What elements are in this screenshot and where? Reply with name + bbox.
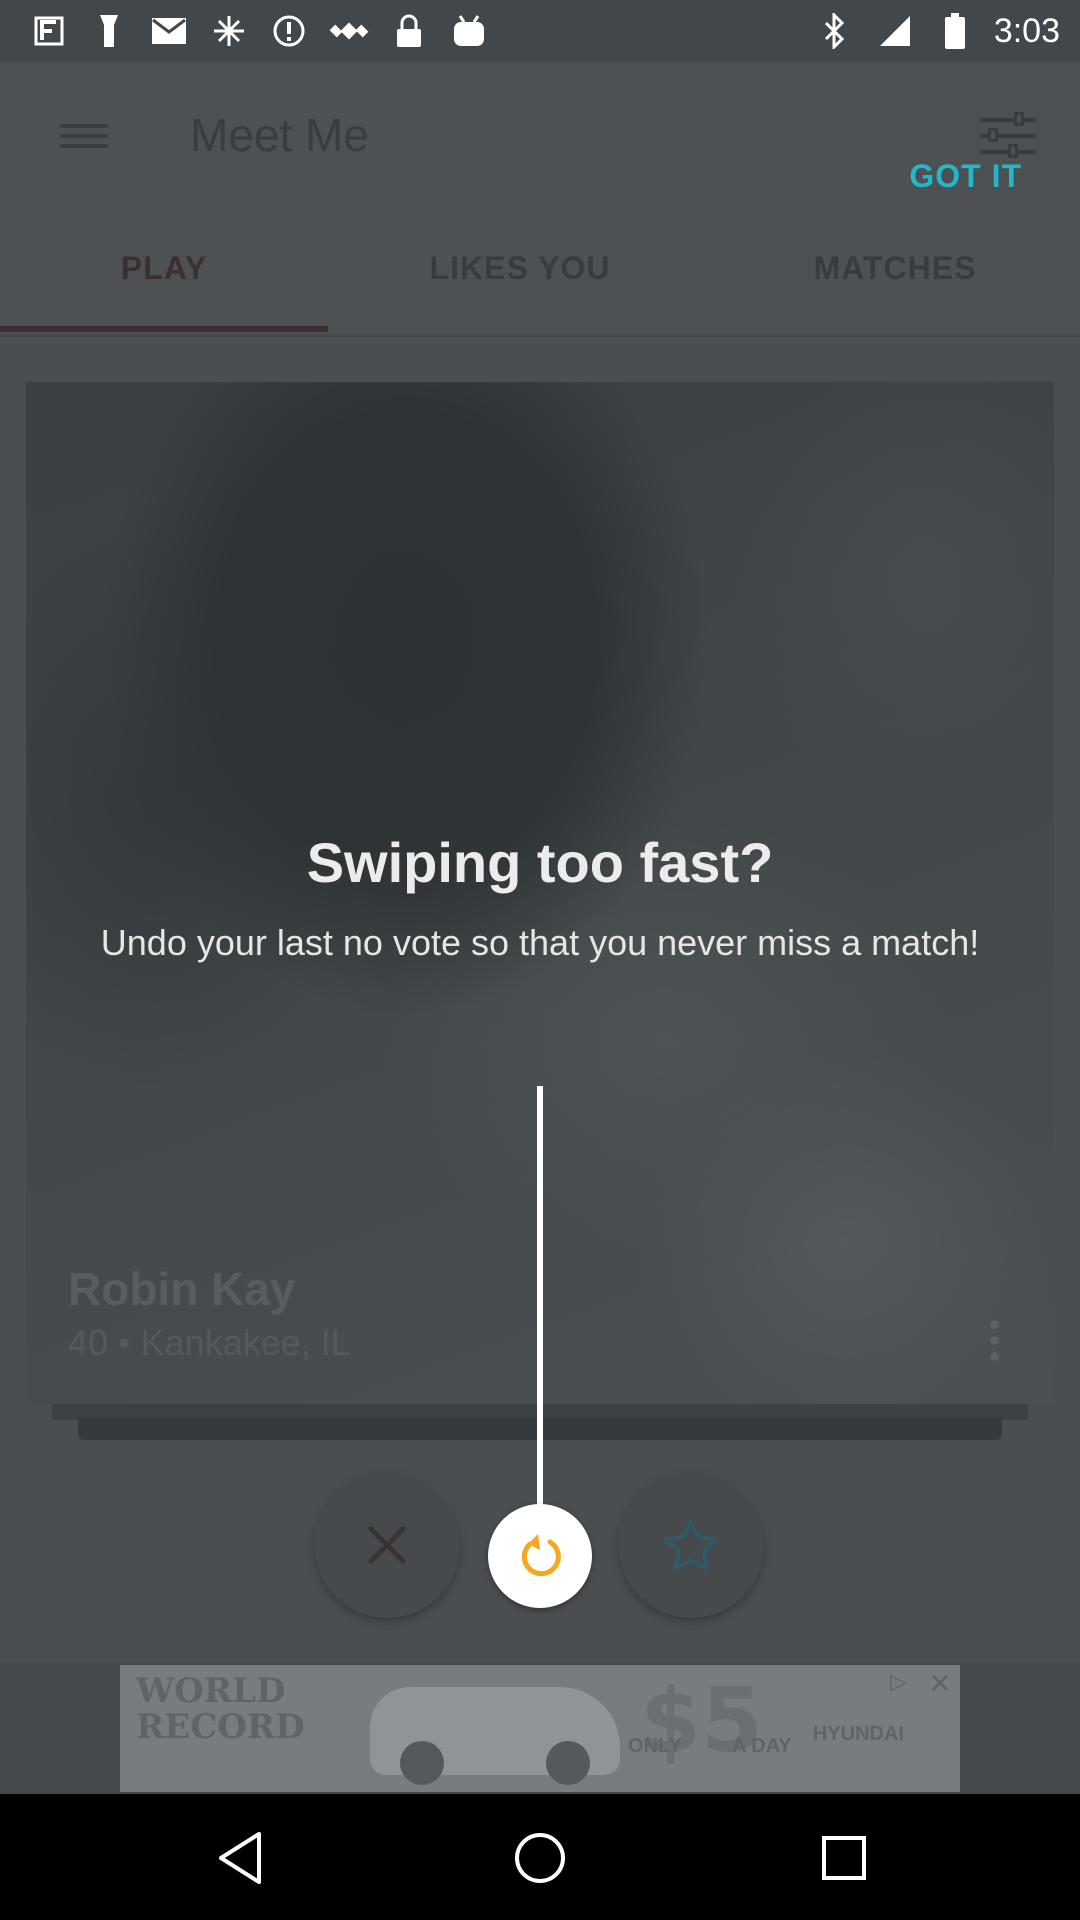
navigation-bar [0, 1794, 1080, 1920]
recents-button[interactable] [814, 1828, 874, 1888]
ad-banner[interactable]: WORLD RECORD $5 ONLY A DAY HYUNDAI ▷ ✕ [120, 1665, 960, 1792]
coach-message: Undo your last no vote so that you never… [100, 922, 980, 963]
notification-icons [28, 10, 490, 52]
close-icon [368, 1526, 406, 1564]
profile-name: Robin Kay [68, 1263, 296, 1315]
selected-tab-indicator [0, 326, 328, 332]
ad-headline-line2: RECORD [136, 1707, 305, 1747]
tab-bar: PLAY LIKES YOU MATCHES [0, 230, 1080, 338]
coach-title: Swiping too fast? [306, 831, 774, 894]
play-area: Robin Kay 40 • Kankakee, IL Swiping too … [0, 338, 1080, 1663]
filter-icon[interactable] [980, 112, 1036, 158]
fake-gps-icon [28, 10, 70, 52]
hamburger-menu-icon[interactable] [60, 118, 108, 154]
satellite-icon [328, 10, 370, 52]
system-status: 3:03 [814, 10, 1060, 52]
undo-button[interactable] [488, 1504, 592, 1608]
back-button[interactable] [210, 1828, 270, 1888]
got-it-button[interactable]: GOT IT [909, 158, 1022, 195]
ad-headline: WORLD RECORD [136, 1673, 305, 1745]
favorite-button[interactable] [618, 1472, 764, 1618]
tab-matches[interactable]: MATCHES [740, 250, 1050, 287]
lock-icon [388, 10, 430, 52]
tab-likes-you[interactable]: LIKES YOU [330, 250, 710, 287]
ad-brand: HYUNDAI [812, 1723, 904, 1745]
ad-choices-icon[interactable]: ▷ [890, 1669, 920, 1699]
undo-icon [521, 1534, 561, 1577]
tab-divider [0, 334, 1080, 337]
tab-play[interactable]: PLAY [0, 250, 328, 287]
clock: 3:03 [993, 11, 1060, 50]
ad-headline-line1: WORLD [136, 1671, 286, 1711]
app-header: Meet Me GOT IT PLAY LIKES YOU MATCHES [0, 62, 1080, 338]
home-button[interactable] [510, 1828, 570, 1888]
more-options-icon[interactable] [990, 1320, 1000, 1364]
status-bar: 3:03 [0, 0, 1080, 62]
signal-icon [874, 10, 916, 52]
page-title: Meet Me [190, 109, 369, 161]
ad-day-label: A DAY [732, 1735, 792, 1757]
recents-icon [822, 1836, 866, 1880]
coach-pointer-line [537, 1086, 543, 1506]
star-icon [664, 1519, 718, 1571]
gmail-icon [148, 10, 190, 52]
bluetooth-icon [814, 10, 856, 52]
home-icon [515, 1833, 565, 1883]
network-icon [208, 10, 250, 52]
flashlight-icon [88, 10, 130, 52]
no-vote-button[interactable] [314, 1472, 460, 1618]
profile-age-location: 40 • Kankakee, IL [68, 1322, 351, 1363]
ad-area: WORLD RECORD $5 ONLY A DAY HYUNDAI ▷ ✕ [0, 1663, 1080, 1794]
info-icon [268, 10, 310, 52]
ad-only-label: ONLY [628, 1735, 682, 1757]
ad-car-image [370, 1687, 620, 1785]
ad-close-icon[interactable]: ✕ [924, 1669, 956, 1701]
back-icon [219, 1832, 261, 1884]
battery-icon [934, 10, 976, 52]
android-icon [448, 10, 490, 52]
